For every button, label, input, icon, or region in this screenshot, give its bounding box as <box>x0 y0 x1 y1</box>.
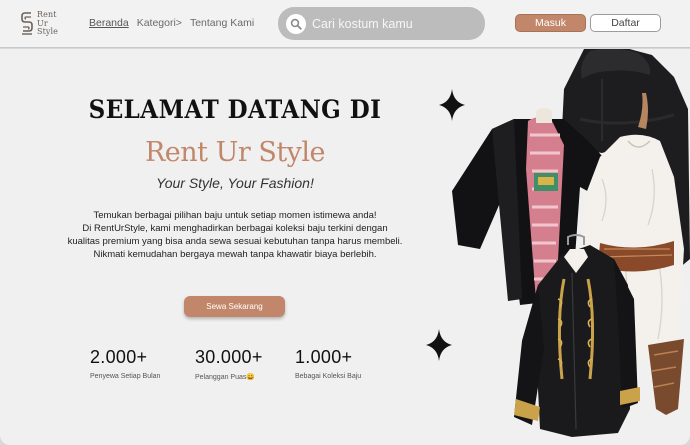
logo-mark-icon <box>21 12 33 35</box>
hero-heading: SELAMAT DATANG DI <box>88 95 382 124</box>
hero-brand-name: Rent Ur Style <box>144 137 326 168</box>
description-line: Nikmati kemudahan bergaya mewah tanpa kh… <box>93 249 377 260</box>
stat-value: 2.000+ <box>90 347 148 367</box>
logo-text: Rent Ur Style <box>37 10 59 37</box>
hero-description: Temukan berbagai pilihan baju untuk seti… <box>25 209 445 261</box>
hero-section: SELAMAT DATANG DI Rent Ur Style Your Sty… <box>0 49 690 445</box>
sparkle-icon <box>426 329 452 361</box>
stat-satisfied-customers: 30.000+ Pelanggan Puas😄 <box>195 347 263 381</box>
description-line: Di RentUrStyle, kami menghadirkan berbag… <box>82 223 388 234</box>
description-line: Temukan berbagai pilihan baju untuk seti… <box>93 210 377 221</box>
login-button[interactable]: Masuk <box>515 14 586 32</box>
navbar: Rent Ur Style Beranda Kategori> Tentang … <box>0 0 690 48</box>
description-line: kualitas premium yang bisa anda sewa ses… <box>67 236 403 247</box>
search-bar[interactable]: Cari kostum kamu <box>278 7 485 40</box>
search-input[interactable]: Cari kostum kamu <box>312 17 413 31</box>
stat-collection: 1.000+ Bebagai Koleksi Baju <box>295 347 361 380</box>
stat-value: 1.000+ <box>295 347 353 367</box>
register-button[interactable]: Daftar <box>590 14 661 32</box>
stat-label: Pelanggan Puas😄 <box>195 374 256 381</box>
nav-item-beranda[interactable]: Beranda <box>89 17 129 29</box>
stat-monthly-renters: 2.000+ Penyewa Setiap Bulan <box>90 347 160 380</box>
stat-value: 30.000+ <box>195 347 263 367</box>
costume-collage-image <box>452 49 690 437</box>
nav-item-tentang-kami[interactable]: Tentang Kami <box>190 17 254 29</box>
main-nav: Beranda Kategori> Tentang Kami <box>89 17 254 29</box>
rent-now-button[interactable]: Sewa Sekarang <box>184 296 285 317</box>
stat-label: Penyewa Setiap Bulan <box>90 373 161 380</box>
stat-label: Bebagai Koleksi Baju <box>295 373 362 380</box>
nav-item-kategori[interactable]: Kategori> <box>137 17 182 29</box>
search-icon[interactable] <box>286 13 306 34</box>
brand-logo[interactable]: Rent Ur Style <box>20 8 66 40</box>
hero-tagline: Your Style, Your Fashion! <box>156 175 314 191</box>
